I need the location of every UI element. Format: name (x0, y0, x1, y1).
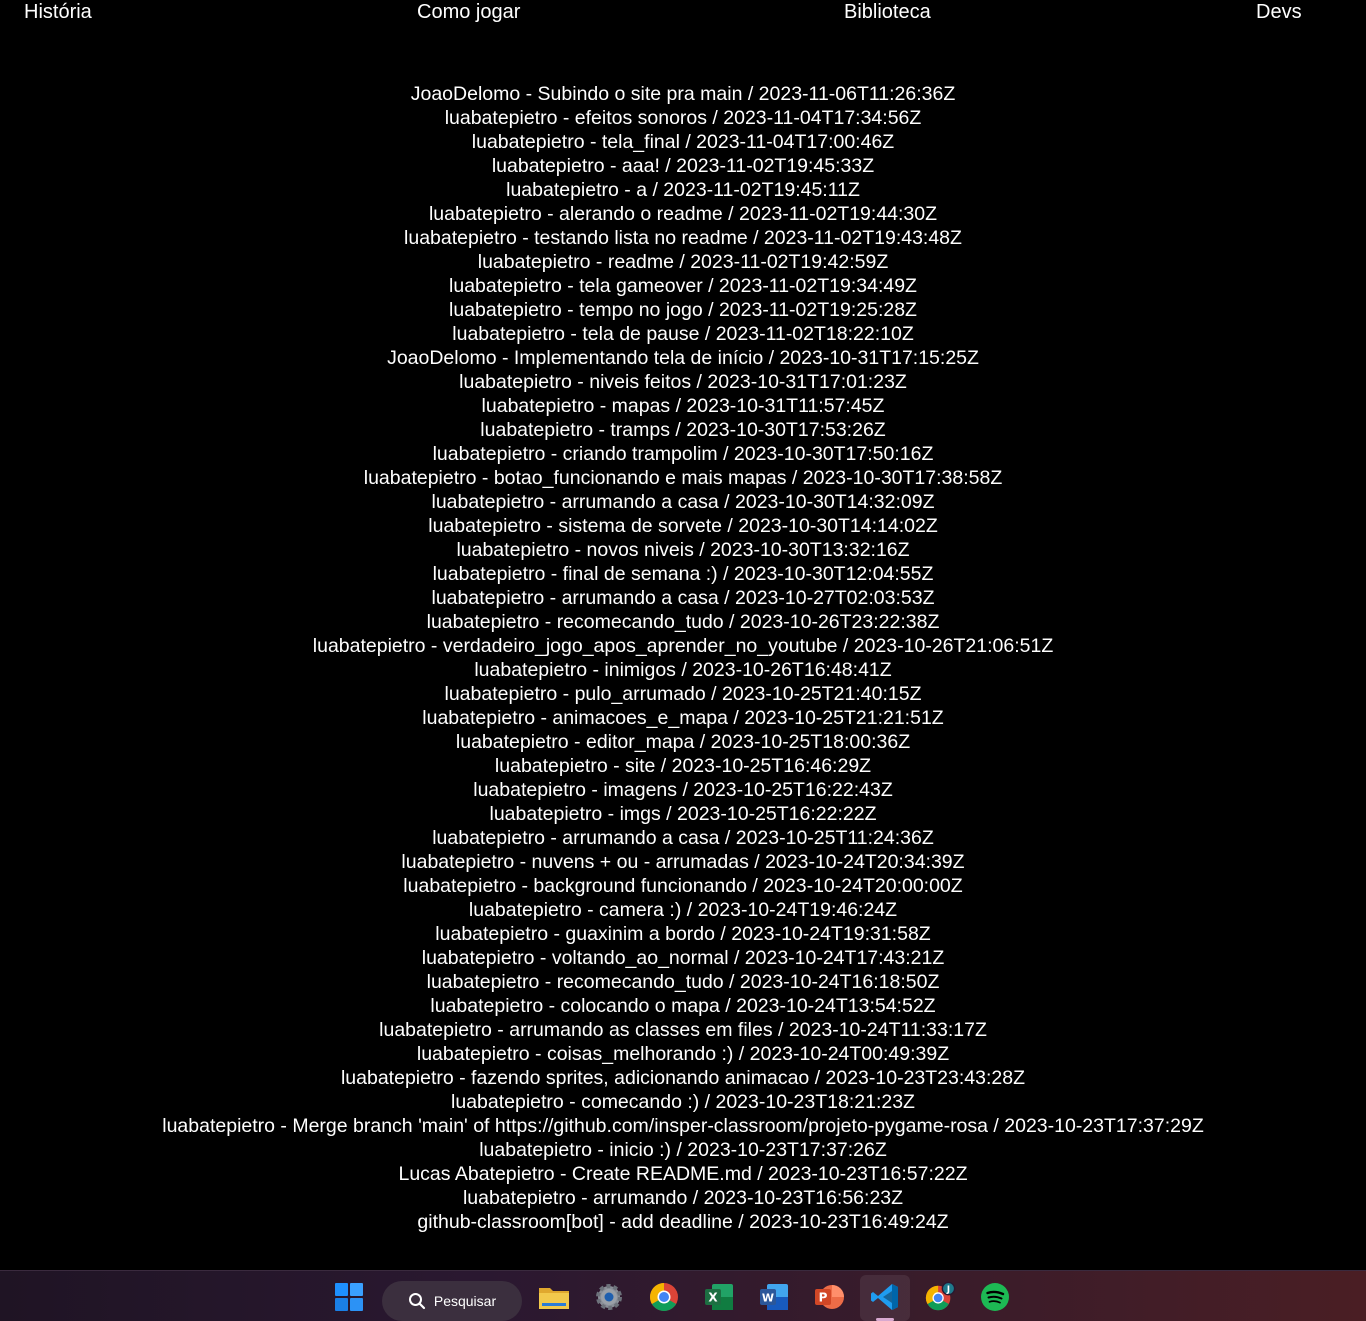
commit-item: luabatepietro - a / 2023-11-02T19:45:11Z (506, 179, 860, 201)
nav-link-como-jogar[interactable]: Como jogar (417, 0, 520, 24)
commit-item: luabatepietro - background funcionando /… (403, 875, 963, 897)
commit-item: luabatepietro - site / 2023-10-25T16:46:… (494, 755, 872, 777)
commit-item: luabatepietro - camera :) / 2023-10-24T1… (468, 899, 898, 921)
commit-item: luabatepietro - editor_mapa / 2023-10-25… (455, 731, 911, 753)
commit-item: Lucas Abatepietro - Create README.md / 2… (398, 1163, 968, 1185)
commit-item: luabatepietro - coisas_melhorando :) / 2… (416, 1043, 950, 1065)
commit-item: luabatepietro - novos niveis / 2023-10-3… (456, 539, 910, 561)
commit-item: luabatepietro - tempo no jogo / 2023-11-… (449, 299, 917, 321)
commit-item: luabatepietro - arrumando as classes em … (379, 1019, 987, 1041)
commit-item: luabatepietro - tela de pause / 2023-11-… (452, 323, 914, 345)
commit-item: luabatepietro - testando lista no readme… (404, 227, 962, 249)
commit-item: luabatepietro - efeitos sonoros / 2023-1… (444, 107, 922, 129)
chrome-profile-icon[interactable]: J (924, 1281, 956, 1312)
commit-item: luabatepietro - colocando o mapa / 2023-… (430, 995, 936, 1017)
commit-item: luabatepietro - nuvens + ou - arrumadas … (401, 851, 965, 873)
commit-item: luabatepietro - botao_funcionando e mais… (363, 467, 1003, 489)
commit-item: luabatepietro - sistema de sorvete / 202… (428, 515, 938, 537)
commit-item: luabatepietro - arrumando a casa / 2023-… (432, 827, 934, 849)
top-navigation: História Como jogar Biblioteca Devs (0, 0, 1366, 26)
taskbar-search-button[interactable]: Pesquisar (382, 1281, 522, 1321)
commit-item: luabatepietro - inimigos / 2023-10-26T16… (474, 659, 892, 681)
commit-item: JoaoDelomo - Subindo o site pra main / 2… (410, 83, 956, 105)
commit-item: luabatepietro - verdadeiro_jogo_apos_apr… (312, 635, 1054, 657)
commit-item: luabatepietro - tramps / 2023-10-30T17:5… (480, 419, 886, 441)
settings-icon[interactable] (593, 1282, 625, 1312)
commit-item: luabatepietro - guaxinim a bordo / 2023-… (435, 923, 931, 945)
commit-item: luabatepietro - pulo_arrumado / 2023-10-… (444, 683, 922, 705)
file-explorer-icon[interactable] (538, 1282, 570, 1312)
commit-item: luabatepietro - animacoes_e_mapa / 2023-… (422, 707, 944, 729)
nav-link-devs[interactable]: Devs (1256, 0, 1302, 24)
commit-item: luabatepietro - recomecando_tudo / 2023-… (426, 971, 940, 993)
commit-item: luabatepietro - imagens / 2023-10-25T16:… (473, 779, 893, 801)
commit-item: luabatepietro - recomecando_tudo / 2023-… (426, 611, 940, 633)
windows-taskbar: Pesquisar X W P J (0, 1270, 1366, 1321)
commit-item: luabatepietro - inicio :) / 2023-10-23T1… (479, 1139, 887, 1161)
search-label: Pesquisar (433, 1293, 497, 1309)
commit-item: github-classroom[bot] - add deadline / 2… (417, 1211, 949, 1233)
commit-item: luabatepietro - final de semana :) / 202… (432, 563, 934, 585)
commit-item: luabatepietro - imgs / 2023-10-25T16:22:… (489, 803, 877, 825)
word-letter: W (762, 1292, 774, 1305)
commit-item: luabatepietro - tela gameover / 2023-11-… (449, 275, 917, 297)
word-icon[interactable]: W (758, 1282, 790, 1312)
search-icon (408, 1293, 425, 1310)
chrome-icon[interactable] (648, 1282, 680, 1312)
spotify-icon[interactable] (979, 1282, 1011, 1312)
commit-item: luabatepietro - niveis feitos / 2023-10-… (459, 371, 907, 393)
commit-item: luabatepietro - Merge branch 'main' of h… (162, 1115, 1204, 1137)
vscode-icon[interactable] (869, 1282, 901, 1312)
commit-item: luabatepietro - comecando :) / 2023-10-2… (451, 1091, 915, 1113)
excel-icon[interactable]: X (703, 1282, 735, 1312)
commit-item: luabatepietro - voltando_ao_normal / 202… (421, 947, 945, 969)
nav-link-historia[interactable]: História (24, 0, 92, 24)
commit-item: luabatepietro - arrumando / 2023-10-23T1… (462, 1187, 904, 1209)
commit-item: luabatepietro - mapas / 2023-10-31T11:57… (481, 395, 885, 417)
commit-item: luabatepietro - readme / 2023-11-02T19:4… (477, 251, 889, 273)
powerpoint-icon[interactable]: P (813, 1282, 845, 1312)
powerpoint-letter: P (819, 1291, 828, 1305)
excel-letter: X (708, 1291, 718, 1305)
commit-item: luabatepietro - fazendo sprites, adicion… (340, 1067, 1026, 1089)
commit-item: luabatepietro - alerando o readme / 2023… (428, 203, 938, 225)
commit-item: luabatepietro - arrumando a casa / 2023-… (431, 587, 935, 609)
commit-item: luabatepietro - tela_final / 2023-11-04T… (471, 131, 895, 153)
nav-link-biblioteca[interactable]: Biblioteca (844, 0, 931, 24)
windows-start-icon[interactable] (333, 1282, 365, 1312)
commit-item: JoaoDelomo - Implementando tela de iníci… (387, 347, 979, 369)
chrome-profile-letter: J (946, 1284, 950, 1294)
commit-item: luabatepietro - criando trampolim / 2023… (432, 443, 934, 465)
commit-list: JoaoDelomo - Subindo o site pra main / 2… (0, 82, 1366, 1234)
commit-item: luabatepietro - arrumando a casa / 2023-… (431, 491, 935, 513)
commit-item: luabatepietro - aaa! / 2023-11-02T19:45:… (491, 155, 875, 177)
